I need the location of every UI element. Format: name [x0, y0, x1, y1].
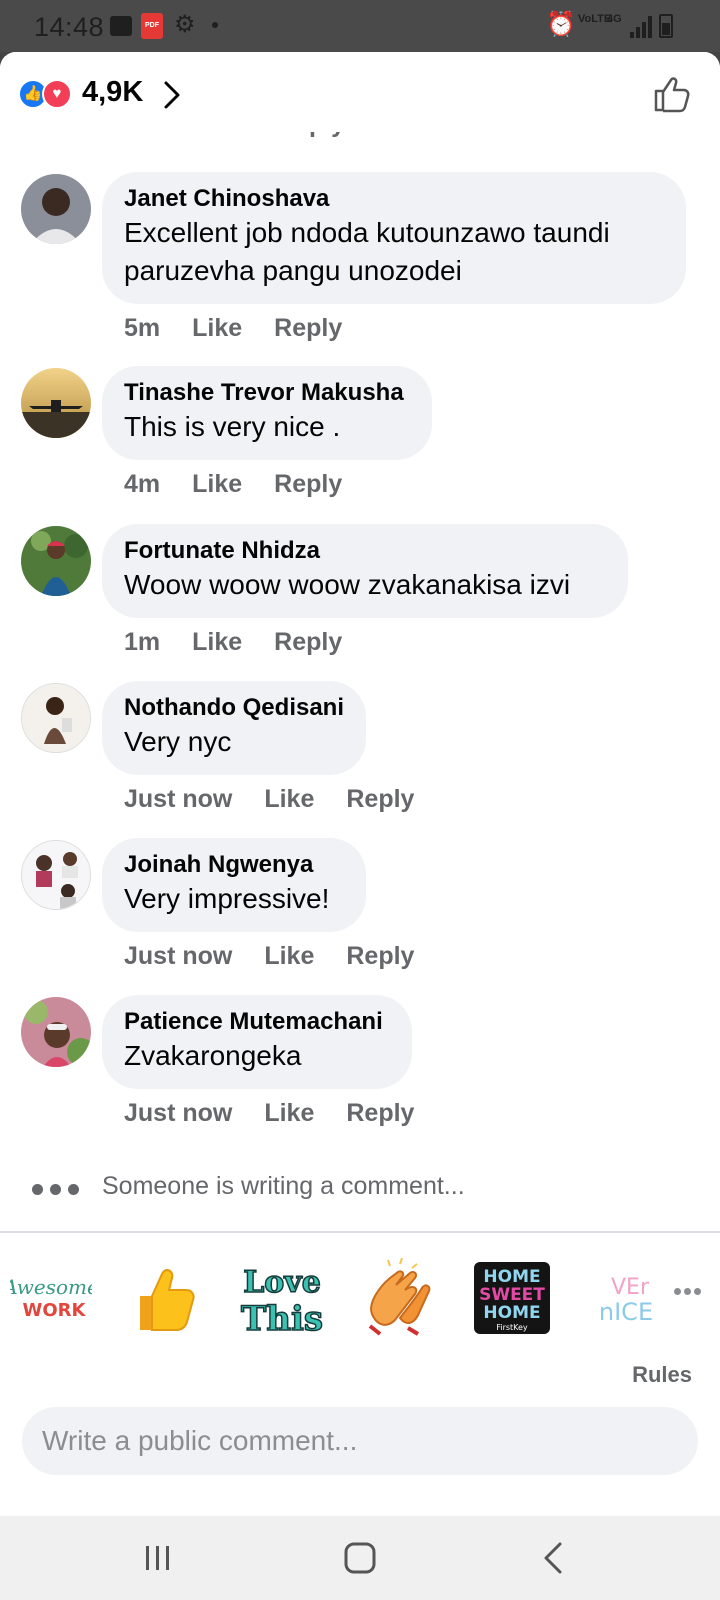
dot-icon [212, 22, 218, 28]
more-stickers-icon[interactable] [674, 1288, 704, 1296]
reaction-count[interactable]: 4,9K [82, 76, 143, 109]
comment-bubble[interactable]: Joinah Ngwenya Very impressive! [102, 838, 366, 932]
comment-meta: 4m Like Reply [124, 470, 374, 499]
reaction-icons: 👍 ♥ [18, 79, 78, 109]
comment-time: Just now [124, 785, 233, 813]
rules-link[interactable]: Rules [632, 1362, 692, 1388]
pdf-icon: PDF [141, 13, 163, 39]
comment-bubble[interactable]: Tinashe Trevor Makusha This is very nice… [102, 366, 432, 460]
4g-icon: 4G [607, 13, 622, 25]
status-time: 14:48 [34, 12, 105, 42]
comment-meta: Just now Like Reply [124, 1099, 446, 1128]
status-bar: 14:48 PDF ⚙ ⏰ VoLTE 4G [0, 0, 720, 52]
like-link[interactable]: Like [264, 942, 314, 970]
comment-text: Very impressive! [124, 883, 330, 914]
typing-dots-icon [32, 1184, 82, 1196]
thumbs-up-sticker-icon[interactable] [130, 1258, 200, 1338]
sticker-text: HOME [483, 1267, 540, 1287]
sticker-text: VEr [611, 1275, 650, 1300]
volte-icon: VoLTE [578, 13, 612, 25]
very-nice-sticker[interactable]: VEr nICE [596, 1258, 660, 1338]
sticker-text: This [241, 1299, 323, 1338]
gear-icon: ⚙ [174, 11, 196, 38]
sticker-strip: Awesome WORK Love This HOME SWEET HOME F… [0, 1248, 720, 1348]
sticker-text: Awesome [10, 1275, 92, 1299]
divider [0, 1231, 720, 1233]
navigation-bar [0, 1516, 720, 1600]
home-sweet-home-sticker[interactable]: HOME SWEET HOME FirstKey [472, 1258, 552, 1338]
comment-bubble[interactable]: Patience Mutemachani Zvakarongeka [102, 995, 412, 1089]
comment-text: Woow woow woow zvakanakisa izvi [124, 569, 571, 600]
reply-link[interactable]: Reply [274, 470, 342, 498]
like-link[interactable]: Like [264, 1099, 314, 1127]
comment-bubble[interactable]: Nothando Qedisani Very nyc [102, 681, 366, 775]
avatar[interactable] [21, 368, 91, 438]
image-icon [110, 16, 132, 36]
alarm-icon: ⏰ [546, 11, 576, 38]
typing-text: Someone is writing a comment... [102, 1172, 465, 1200]
comment-author[interactable]: Tinashe Trevor Makusha [124, 378, 410, 408]
reply-link[interactable]: Reply [346, 1099, 414, 1127]
comment-author[interactable]: Joinah Ngwenya [124, 850, 344, 880]
clapping-hands-sticker-icon[interactable] [360, 1258, 438, 1338]
chevron-right-icon[interactable] [160, 80, 184, 110]
reactions-header[interactable]: 👍 ♥ 4,9K [0, 52, 720, 132]
awesome-work-sticker[interactable]: Awesome WORK [10, 1258, 92, 1338]
sticker-text: FirstKey [496, 1323, 528, 1332]
like-outline-icon[interactable] [652, 74, 692, 114]
comment-text: Very nyc [124, 726, 232, 757]
comment-author[interactable]: Fortunate Nhidza [124, 536, 606, 566]
sticker-text: SWEET [479, 1285, 545, 1305]
avatar[interactable] [21, 526, 91, 596]
sticker-text: Love [243, 1265, 321, 1300]
comment-time: Just now [124, 942, 233, 970]
comment-time: Just now [124, 1099, 233, 1127]
back-icon[interactable] [532, 1536, 576, 1580]
like-link[interactable]: Like [264, 785, 314, 813]
comment-time: 4m [124, 470, 161, 498]
comment-author[interactable]: Nothando Qedisani [124, 693, 344, 723]
comment-bubble[interactable]: Janet Chinoshava Excellent job ndoda kut… [102, 172, 686, 304]
signal-icon [630, 16, 652, 38]
comment-bubble[interactable]: Fortunate Nhidza Woow woow woow zvakanak… [102, 524, 628, 618]
sticker-text: nICE [599, 1298, 653, 1326]
sticker-text: HOME [483, 1303, 540, 1323]
comments-sheet: 👍 ♥ 4,9K 6m Like Reply Janet Chinoshava … [0, 52, 720, 1516]
comment-text: This is very nice . [124, 411, 341, 442]
comment-input[interactable]: Write a public comment... [22, 1407, 698, 1475]
like-link[interactable]: Like [192, 314, 242, 342]
like-link[interactable]: Like [192, 628, 242, 656]
home-icon[interactable] [338, 1536, 382, 1580]
sticker-text: WORK [23, 1300, 87, 1321]
avatar[interactable] [21, 683, 91, 753]
comment-author[interactable]: Janet Chinoshava [124, 184, 664, 214]
comment-meta: Just now Like Reply [124, 785, 446, 814]
avatar[interactable] [21, 997, 91, 1067]
comment-text: Excellent job ndoda kutounzawo taundi pa… [124, 217, 610, 286]
comment-meta: Just now Like Reply [124, 942, 446, 971]
comment-author[interactable]: Patience Mutemachani [124, 1007, 390, 1037]
comment-text: Zvakarongeka [124, 1040, 302, 1071]
love-reaction-icon: ♥ [42, 79, 72, 109]
reply-link[interactable]: Reply [346, 942, 414, 970]
love-this-sticker[interactable]: Love This [238, 1258, 326, 1338]
battery-icon [659, 14, 673, 38]
comment-meta: 1m Like Reply [124, 628, 374, 657]
reply-link[interactable]: Reply [346, 785, 414, 813]
comment-time: 1m [124, 628, 161, 656]
avatar[interactable] [21, 840, 91, 910]
comment-meta: 5m Like Reply [124, 314, 374, 343]
avatar[interactable] [21, 174, 91, 244]
reply-link[interactable]: Reply [274, 314, 342, 342]
reply-link[interactable]: Reply [274, 628, 342, 656]
like-link[interactable]: Like [192, 470, 242, 498]
comment-time: 5m [124, 314, 161, 342]
recent-apps-icon[interactable] [136, 1536, 180, 1580]
